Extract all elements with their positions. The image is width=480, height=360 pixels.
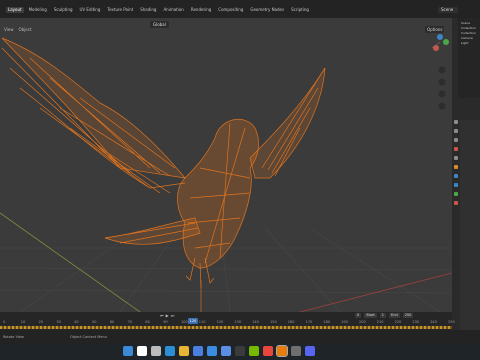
- play-icon[interactable]: ▶: [166, 313, 169, 318]
- timeline-tick: 160: [287, 320, 295, 324]
- tab-geometry-nodes[interactable]: Geometry Nodes: [248, 7, 286, 13]
- playhead[interactable]: 120: [188, 318, 198, 324]
- tab-rendering[interactable]: Rendering: [189, 7, 213, 13]
- app-icon[interactable]: [291, 346, 301, 356]
- tab-sculpting[interactable]: Sculpting: [52, 7, 75, 13]
- tab-texture-paint[interactable]: Texture Paint: [105, 7, 135, 13]
- tab-layout[interactable]: Layout: [6, 7, 24, 13]
- properties-tabs: [452, 120, 459, 205]
- timeline-tick: 30: [56, 320, 61, 324]
- modifier-icon[interactable]: [453, 174, 458, 178]
- outliner-item[interactable]: Light: [461, 41, 480, 46]
- outliner[interactable]: Scene Collection Collection Camera Light: [458, 18, 480, 98]
- timeline-tick: 130: [234, 320, 242, 324]
- timeline-tick: 220: [394, 320, 402, 324]
- tab-modeling[interactable]: Modeling: [27, 7, 49, 13]
- timeline-tick: 200: [359, 320, 366, 324]
- output-icon[interactable]: [453, 138, 458, 142]
- explorer-icon[interactable]: [179, 346, 189, 356]
- timeline-tick: 0: [3, 320, 6, 324]
- taskbar-icons: [123, 345, 315, 357]
- timeline-tick: 150: [270, 320, 277, 324]
- 3d-viewport[interactable]: Global View Object Options: [0, 18, 452, 312]
- mail-icon[interactable]: [207, 346, 217, 356]
- end-label: End: [389, 313, 400, 318]
- world-icon[interactable]: [453, 156, 458, 160]
- timeline-tick: 110: [198, 320, 206, 324]
- tool-icon[interactable]: [453, 120, 458, 124]
- tab-scripting[interactable]: Scripting: [289, 7, 311, 13]
- frame-range: 0 Start 1 End 250: [355, 313, 414, 318]
- taskbar: [0, 343, 480, 360]
- object-icon[interactable]: [453, 165, 458, 169]
- jump-start-icon[interactable]: ⏮: [160, 313, 164, 318]
- tab-compositing[interactable]: Compositing: [216, 7, 245, 13]
- timeline-tick: 40: [74, 320, 79, 324]
- edge-icon[interactable]: [165, 346, 175, 356]
- tab-uv-editing[interactable]: UV Editing: [78, 7, 103, 13]
- viewport-canvas: [0, 34, 452, 312]
- taskview-icon[interactable]: [151, 346, 161, 356]
- timeline-tick: 140: [252, 320, 259, 324]
- photos-icon[interactable]: [221, 346, 231, 356]
- status-bar: Rotate View Object Context Menu: [0, 330, 480, 343]
- nvidia-icon[interactable]: [249, 346, 259, 356]
- timeline-tick: 70: [127, 320, 133, 324]
- data-icon[interactable]: [453, 192, 458, 196]
- y-axis-line: [0, 212, 141, 312]
- tab-animation[interactable]: Animation: [161, 7, 185, 13]
- timeline-tick: 20: [38, 320, 44, 324]
- options-button[interactable]: Options: [425, 26, 445, 33]
- scene-icon[interactable]: [453, 147, 458, 151]
- viewport-menu: View Object: [4, 27, 32, 32]
- status-left: Rotate View: [3, 335, 24, 339]
- timeline-tick: 60: [109, 320, 115, 324]
- render-icon[interactable]: [453, 129, 458, 133]
- timeline-tick: 80: [145, 320, 150, 324]
- timeline-tick: 170: [305, 320, 313, 324]
- scene-selector[interactable]: Scene: [438, 7, 458, 13]
- start-label: Start: [364, 313, 377, 318]
- top-bar: Layout Modeling Sculpting UV Editing Tex…: [0, 0, 480, 18]
- blender-icon[interactable]: [276, 345, 288, 357]
- timeline-tick: 120: [216, 320, 224, 324]
- timeline-tick: 230: [412, 320, 420, 324]
- transform-orientation[interactable]: Global: [150, 20, 169, 28]
- timeline-tick: 240: [430, 320, 437, 324]
- current-frame-field[interactable]: 0: [355, 313, 362, 318]
- timeline-tick: 210: [376, 320, 384, 324]
- chrome-icon[interactable]: [263, 346, 273, 356]
- terminal-icon[interactable]: [235, 346, 245, 356]
- end-field[interactable]: 250: [402, 313, 414, 318]
- tab-shading[interactable]: Shading: [138, 7, 158, 13]
- material-icon[interactable]: [453, 201, 458, 205]
- outliner-item[interactable]: Scene Collection: [461, 21, 480, 31]
- jump-end-icon[interactable]: ⏭: [171, 313, 175, 318]
- viewport-header: Global: [0, 18, 452, 30]
- particles-icon[interactable]: [453, 183, 458, 187]
- timeline-tick: 250: [448, 320, 455, 324]
- playback-controls: ⏮ ▶ ⏭: [160, 313, 174, 318]
- keyframe-strip: [0, 326, 452, 329]
- properties-editor[interactable]: [460, 120, 480, 330]
- timeline-tick: 10: [20, 320, 26, 324]
- view-menu[interactable]: View: [4, 27, 14, 32]
- search-icon[interactable]: [137, 346, 147, 356]
- navigation-gizmo[interactable]: [431, 34, 449, 51]
- viewport-nav-buttons[interactable]: [438, 66, 446, 110]
- object-menu[interactable]: Object: [19, 27, 32, 32]
- timeline-tick: 190: [341, 320, 348, 324]
- timeline-tick: 100: [181, 320, 188, 324]
- workspace-tabs: Layout Modeling Sculpting UV Editing Tex…: [6, 7, 311, 13]
- windows-icon[interactable]: [123, 346, 133, 356]
- discord-icon[interactable]: [305, 346, 315, 356]
- status-middle: Object Context Menu: [70, 335, 107, 339]
- timeline-tick: 90: [163, 320, 168, 324]
- bird-wireframe[interactable]: [1, 37, 326, 312]
- timeline-tick: 50: [92, 320, 97, 324]
- start-field[interactable]: 1: [379, 313, 387, 318]
- timeline-tick: 180: [323, 320, 331, 324]
- store-icon[interactable]: [193, 346, 203, 356]
